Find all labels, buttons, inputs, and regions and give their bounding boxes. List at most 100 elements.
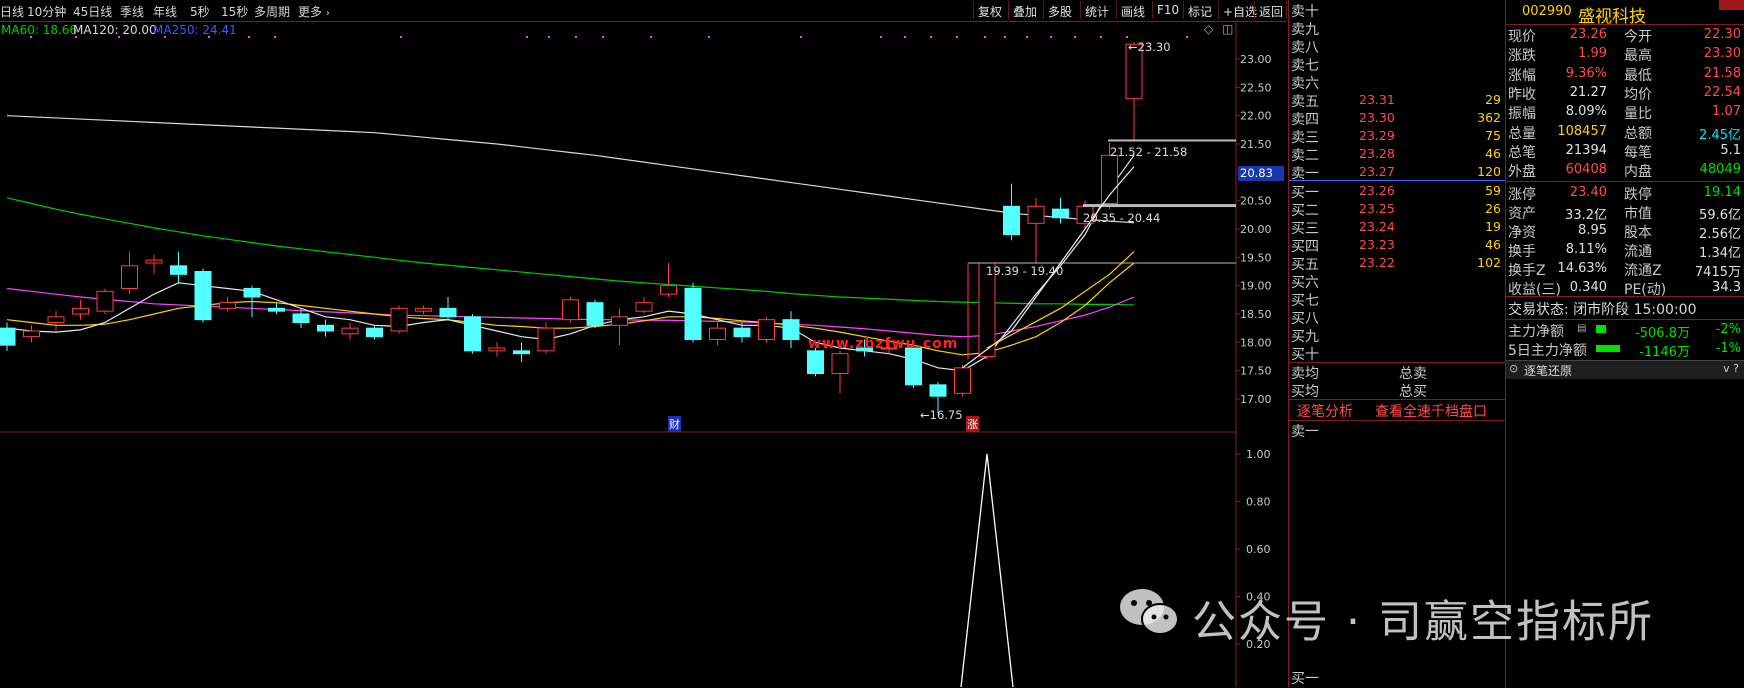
stats-button[interactable]: 统计 bbox=[1080, 1, 1112, 19]
buy-level-label: 买六 bbox=[1291, 275, 1319, 291]
quote-label: 最高 bbox=[1624, 48, 1652, 65]
stock-code: 002990 bbox=[1522, 4, 1572, 19]
mark-button[interactable]: 标记 bbox=[1183, 1, 1215, 19]
order-book-sell-row[interactable]: 卖九 bbox=[1291, 19, 1501, 38]
buy-level-label: 买五 bbox=[1291, 257, 1319, 273]
candle-body bbox=[586, 302, 604, 326]
tick-restore-bar[interactable]: ⊙ 逐笔还原 ⅴ ? bbox=[1506, 360, 1744, 379]
tab-period-quarter[interactable]: 季线 bbox=[120, 3, 144, 20]
price-tick-label: 22.50 bbox=[1240, 81, 1272, 94]
order-book-buy-row[interactable]: 买八 bbox=[1291, 308, 1501, 327]
candle-body bbox=[1027, 205, 1045, 224]
signal-dot bbox=[1100, 36, 1102, 38]
stock-name[interactable]: 盛视科技 bbox=[1578, 2, 1646, 27]
candle-body bbox=[1101, 154, 1118, 204]
order-book-buy-row[interactable]: 买四 23.23 46 bbox=[1291, 236, 1501, 255]
signal-dot bbox=[400, 36, 402, 38]
multi-stock-button[interactable]: 多股 bbox=[1043, 1, 1075, 19]
order-book-buy-row[interactable]: 买三 23.24 19 bbox=[1291, 218, 1501, 237]
draw-line-button[interactable]: 画线 bbox=[1116, 1, 1148, 19]
overlay-button[interactable]: 叠加 bbox=[1008, 1, 1040, 19]
tab-period-10min[interactable]: 10分钟 bbox=[27, 3, 66, 20]
order-book-sell-row[interactable]: 卖五 23.31 29 bbox=[1291, 91, 1501, 110]
candle-body bbox=[537, 327, 555, 352]
order-book-buy-row[interactable]: 买六 bbox=[1291, 272, 1501, 291]
gap-box-1-label: 21.52 - 21.58 bbox=[1110, 145, 1188, 159]
order-book-buy-row[interactable]: 买七 bbox=[1291, 290, 1501, 309]
back-button[interactable]: 返回 bbox=[1254, 1, 1288, 19]
order-book-sell-row[interactable]: 卖四 23.30 362 bbox=[1291, 109, 1501, 128]
depth-book-link[interactable]: 查看全速千档盘口 bbox=[1375, 401, 1487, 421]
tick-restore-icons[interactable]: ⅴ ? bbox=[1723, 362, 1739, 375]
tab-period-year[interactable]: 年线 bbox=[153, 3, 177, 20]
quote-row: 涨跌 1.99 最高 23.30 bbox=[1506, 45, 1744, 64]
collapse-icon[interactable]: ⊙ bbox=[1509, 362, 1518, 375]
sell-price: 23.27 bbox=[1359, 164, 1395, 179]
flow-chart-icon[interactable]: ▤ bbox=[1577, 323, 1586, 334]
order-book-buy-row[interactable]: 买五 23.22 102 bbox=[1291, 254, 1501, 273]
order-book-buy-row[interactable]: 买九 bbox=[1291, 326, 1501, 345]
order-book-sell-row[interactable]: 卖二 23.28 46 bbox=[1291, 145, 1501, 164]
quote-label: 内盘 bbox=[1624, 164, 1652, 181]
limit-up-marker[interactable]: 涨 bbox=[966, 416, 979, 432]
quote-value: 22.30 bbox=[1703, 27, 1741, 42]
quote-label: 量比 bbox=[1624, 106, 1652, 123]
tab-more[interactable]: 更多 › bbox=[298, 3, 330, 20]
avg-buy-label: 买均 bbox=[1291, 384, 1319, 400]
quote-label: 每笔 bbox=[1624, 144, 1652, 161]
candle-body bbox=[415, 307, 432, 312]
order-book-buy-row[interactable]: 买一 23.26 59 bbox=[1291, 182, 1501, 201]
quote-value: 48049 bbox=[1699, 162, 1741, 178]
kline-chart[interactable]: 23.0022.5022.0021.5021.0020.5020.0019.50… bbox=[0, 22, 1286, 687]
price-tick-label: 20.00 bbox=[1240, 223, 1272, 236]
sell-level-label: 卖七 bbox=[1291, 58, 1319, 74]
quote-value: 14.63% bbox=[1557, 261, 1607, 276]
signal-dot bbox=[1026, 36, 1028, 38]
more-label: 更多 bbox=[298, 5, 323, 19]
tab-period-daily[interactable]: 日线 bbox=[0, 3, 24, 20]
tab-period-45day[interactable]: 45日线 bbox=[73, 3, 112, 20]
tick-analysis-link[interactable]: 逐笔分析 bbox=[1297, 401, 1353, 421]
signal-dot bbox=[30, 36, 32, 38]
order-book-sell-row[interactable]: 卖一 23.27 120 bbox=[1291, 163, 1501, 182]
finance-marker[interactable]: 财 bbox=[668, 416, 681, 432]
candle-body bbox=[684, 288, 702, 340]
quote-value: 1.34亿 bbox=[1699, 246, 1741, 261]
order-book-buy-row[interactable]: 买二 23.25 26 bbox=[1291, 200, 1501, 219]
sell-volume: 362 bbox=[1477, 110, 1501, 125]
tab-period-5s[interactable]: 5秒 bbox=[190, 3, 210, 20]
sell-level-label: 卖九 bbox=[1291, 22, 1319, 38]
sell-volume: 120 bbox=[1477, 164, 1501, 179]
order-book-sell-row[interactable]: 卖八 bbox=[1291, 37, 1501, 56]
quote-value: 23.26 bbox=[1569, 27, 1607, 42]
adjust-button[interactable]: 复权 bbox=[973, 1, 1005, 19]
quote-value: 21.27 bbox=[1569, 84, 1607, 100]
main-flow-pct: -2% bbox=[1715, 322, 1741, 337]
candle-body bbox=[611, 316, 628, 326]
quote-value: 8.11% bbox=[1565, 242, 1607, 257]
order-book-buy-row[interactable]: 买十 bbox=[1291, 344, 1501, 363]
order-book-sell-row[interactable]: 卖十 bbox=[1291, 1, 1501, 20]
flow5-pct: -1% bbox=[1715, 341, 1741, 356]
sell-level-label: 卖五 bbox=[1291, 94, 1319, 110]
quote-panel: 002990 盛视科技 现价 23.26 今开 22.30 涨跌 1.99 最高 … bbox=[1505, 0, 1744, 687]
quote-value: 19.14 bbox=[1703, 185, 1741, 200]
quote-label: 换手 bbox=[1508, 244, 1536, 260]
f10-button[interactable]: F10 bbox=[1152, 1, 1182, 19]
quote-value: 2.45亿 bbox=[1699, 127, 1741, 143]
quote-row: 净资 8.95 股本 2.56亿 bbox=[1506, 222, 1744, 242]
quote-value: 2.56亿 bbox=[1699, 227, 1741, 242]
candle-body bbox=[758, 319, 775, 340]
quote-value: 108457 bbox=[1557, 123, 1607, 139]
signal-dot bbox=[904, 36, 906, 38]
tab-period-15s[interactable]: 15秒 bbox=[221, 3, 248, 20]
tab-multi-period[interactable]: 多周期 bbox=[254, 3, 290, 20]
order-book-sell-row[interactable]: 卖三 23.29 75 bbox=[1291, 127, 1501, 146]
buy-level-label: 买二 bbox=[1291, 203, 1319, 219]
order-book-sell-row[interactable]: 卖七 bbox=[1291, 55, 1501, 74]
signal-dot bbox=[208, 36, 210, 38]
quote-label: 市值 bbox=[1624, 206, 1652, 222]
price-tick-label: 19.00 bbox=[1240, 280, 1272, 293]
candle-body bbox=[366, 327, 383, 338]
order-book-sell-row[interactable]: 卖六 bbox=[1291, 73, 1501, 92]
